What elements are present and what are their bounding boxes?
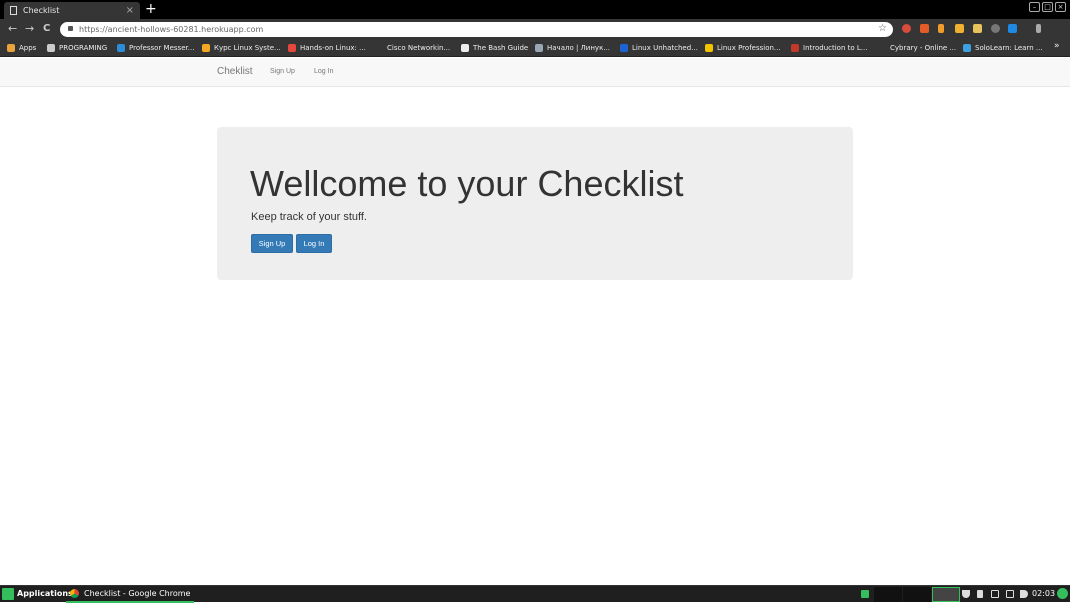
extension-blue-icon[interactable]: [1008, 24, 1017, 33]
battery-icon[interactable]: [1006, 590, 1014, 598]
applications-menu-icon[interactable]: [2, 588, 14, 600]
address-bar[interactable]: https://ancient-hollows-60281.herokuapp.…: [60, 22, 893, 37]
extension-block-icon[interactable]: [991, 24, 1000, 33]
bookmark-label: Cisco Networkin...: [387, 44, 451, 52]
extension-office-icon[interactable]: [920, 24, 929, 33]
bookmark-label: Курс Linux Syste...: [214, 44, 281, 52]
browser-tab[interactable]: Checklist ×: [4, 2, 140, 19]
extension-lock-icon[interactable]: [938, 24, 944, 33]
close-window-icon[interactable]: ×: [1055, 2, 1066, 12]
restore-icon[interactable]: □: [1042, 2, 1053, 12]
bookmark-label: Cybrary - Online ...: [890, 44, 957, 52]
sololearn-icon: [963, 44, 971, 52]
doc-icon: [461, 44, 469, 52]
bookmark-item[interactable]: SoloLearn: Learn ...: [963, 42, 1043, 54]
bookmark-item[interactable]: Apps: [7, 42, 36, 54]
bookmark-item[interactable]: Linux Unhatched...: [620, 42, 698, 54]
lock-icon: [68, 26, 73, 31]
course-icon: [202, 44, 210, 52]
bookmark-item[interactable]: Cybrary - Online ...: [890, 42, 956, 54]
url-text: https://ancient-hollows-60281.herokuapp.…: [79, 25, 264, 34]
bookmark-label: SoloLearn: Learn ...: [975, 44, 1043, 52]
power-icon[interactable]: [1057, 588, 1068, 599]
lpi-icon: [705, 44, 713, 52]
hero-heading: Wellcome to your Checklist: [250, 163, 684, 204]
reload-button[interactable]: C: [43, 22, 50, 36]
bookmark-label: Professor Messer...: [129, 44, 195, 52]
taskbar-chrome-window[interactable]: Checklist - Google Chrome: [66, 586, 195, 603]
bookmark-item[interactable]: PROGRAMING: [47, 42, 107, 54]
browser-tab-bar: Checklist × + – □ ×: [0, 0, 1070, 19]
extension-notes-icon[interactable]: [973, 24, 982, 33]
bookmark-item[interactable]: Introduction to L...: [791, 42, 867, 54]
bookmark-label: Начало | Линук...: [547, 44, 610, 52]
edx-icon: [791, 44, 799, 52]
nav-signup-link[interactable]: Sign Up: [270, 68, 295, 75]
bookmark-label: Linux Unhatched...: [632, 44, 698, 52]
workspace-3[interactable]: [932, 587, 960, 602]
chat-icon[interactable]: [861, 590, 869, 598]
bookmark-item[interactable]: Cisco Networkin...: [387, 42, 450, 54]
extension-hat-icon[interactable]: [955, 24, 964, 33]
new-tab-button[interactable]: +: [145, 1, 157, 17]
login-button[interactable]: Log In: [296, 234, 332, 253]
page-icon: [10, 6, 17, 15]
nav-login-link[interactable]: Log In: [314, 68, 333, 75]
minimize-icon[interactable]: –: [1029, 2, 1040, 12]
display-icon[interactable]: [991, 590, 999, 598]
chrome-icon: [70, 589, 79, 598]
clock[interactable]: 02:03: [1032, 589, 1055, 598]
site-navbar: Cheklist Sign Up Log In: [0, 58, 1070, 87]
applications-menu[interactable]: Applications: [17, 589, 73, 598]
netacad-icon: [620, 44, 628, 52]
extension-profile-icon[interactable]: [1036, 24, 1041, 33]
apps-grid-icon: [7, 44, 15, 52]
tab-close-icon[interactable]: ×: [126, 5, 134, 16]
clipboard-icon[interactable]: [977, 590, 983, 598]
bookmark-item[interactable]: Hands-on Linux: ...: [288, 42, 366, 54]
bookmark-label: PROGRAMING: [59, 44, 108, 52]
bookmark-item[interactable]: Курс Linux Syste...: [202, 42, 281, 54]
folder-icon: [47, 44, 55, 52]
signup-button[interactable]: Sign Up: [251, 234, 293, 253]
shield-icon[interactable]: [962, 590, 970, 598]
bookmarks-overflow-icon[interactable]: »: [1054, 41, 1060, 51]
bookmark-label: The Bash Guide: [473, 44, 529, 52]
bookmark-label: Linux Profession...: [717, 44, 781, 52]
taskbar-window-title: Checklist - Google Chrome: [84, 589, 191, 598]
volume-icon[interactable]: [1020, 590, 1028, 598]
tab-title: Checklist: [23, 6, 60, 15]
os-taskbar: Applications Checklist - Google Chrome 0…: [0, 585, 1070, 603]
bookmark-item[interactable]: The Bash Guide: [461, 42, 528, 54]
bookmark-item[interactable]: Начало | Линук...: [535, 42, 610, 54]
bookmark-item[interactable]: Linux Profession...: [705, 42, 781, 54]
back-button[interactable]: ←: [8, 22, 17, 36]
bookmark-label: Apps: [19, 44, 37, 52]
hero-jumbotron: Wellcome to your Checklist Keep track of…: [217, 127, 853, 280]
bookmark-label: Introduction to L...: [803, 44, 868, 52]
professor-messer-icon: [117, 44, 125, 52]
bookmark-star-icon[interactable]: ☆: [878, 22, 887, 36]
hands-on-icon: [288, 44, 296, 52]
site-brand[interactable]: Cheklist: [217, 66, 253, 77]
globe-icon: [535, 44, 543, 52]
forward-button[interactable]: →: [25, 22, 34, 36]
extension-shield-icon[interactable]: [902, 24, 911, 33]
workspace-1[interactable]: [874, 587, 902, 602]
hero-subtitle: Keep track of your stuff.: [251, 211, 367, 223]
bookmark-item[interactable]: Professor Messer...: [117, 42, 194, 54]
workspace-2[interactable]: [903, 587, 931, 602]
bookmark-label: Hands-on Linux: ...: [300, 44, 366, 52]
